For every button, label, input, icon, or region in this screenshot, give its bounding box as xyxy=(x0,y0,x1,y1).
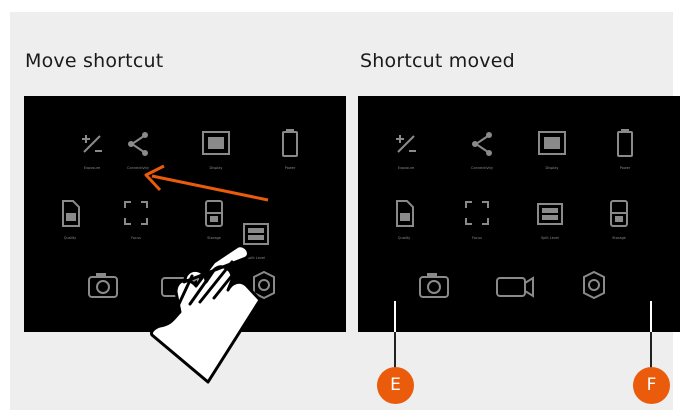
bottom-icon-row xyxy=(88,270,275,300)
left-screen: Exposure Connectivity Display Power Qual… xyxy=(24,96,346,332)
camera-icon[interactable] xyxy=(419,273,449,298)
callout-badge-f: F xyxy=(633,367,670,404)
callout-f-line xyxy=(650,301,652,332)
gear-icon[interactable] xyxy=(583,270,605,300)
right-panel-title: Shortcut moved xyxy=(360,50,515,72)
callout-e-leader xyxy=(394,332,396,370)
left-panel-title: Move shortcut xyxy=(25,50,164,72)
camera-icon[interactable] xyxy=(88,273,118,298)
video-icon[interactable] xyxy=(496,276,534,298)
callout-badge-e: E xyxy=(377,367,414,404)
right-screen: Exposure Connectivity Display Power Qual… xyxy=(358,96,680,332)
callout-f-leader xyxy=(650,332,652,370)
video-icon[interactable] xyxy=(161,276,199,298)
callout-e-line xyxy=(394,301,396,332)
gear-icon[interactable] xyxy=(253,270,275,300)
bottom-icon-row xyxy=(419,270,605,300)
